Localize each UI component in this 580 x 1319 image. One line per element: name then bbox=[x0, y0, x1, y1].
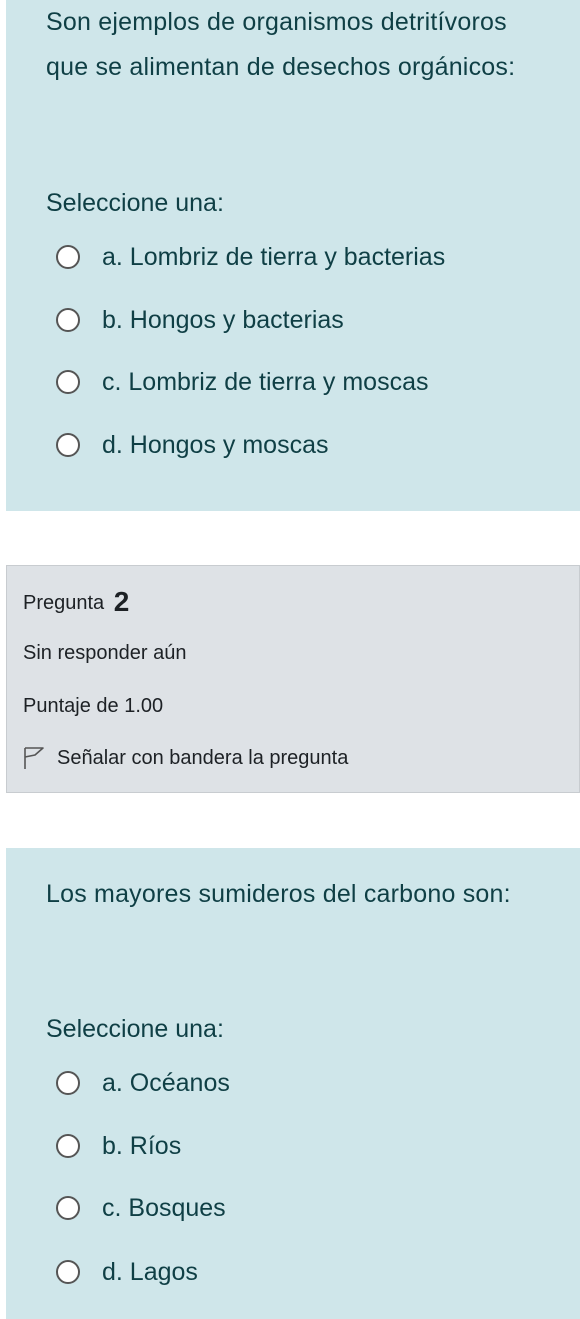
radio-button[interactable] bbox=[56, 245, 80, 269]
question-1-option-a[interactable]: a. Lombriz de tierra y bacterias bbox=[56, 237, 445, 277]
radio-button[interactable] bbox=[56, 433, 80, 457]
question-1-option-b[interactable]: b. Hongos y bacterias bbox=[56, 300, 344, 340]
question-2-option-b[interactable]: b. Ríos bbox=[56, 1126, 181, 1166]
question-score: Puntaje de 1.00 bbox=[23, 695, 164, 717]
question-label: Pregunta bbox=[23, 592, 105, 614]
question-2-text: Los mayores sumideros del carbono son: bbox=[46, 880, 511, 908]
option-label: d. Hongos y moscas bbox=[102, 430, 329, 459]
radio-button[interactable] bbox=[56, 1196, 80, 1220]
option-label: c. Lombriz de tierra y moscas bbox=[102, 367, 429, 396]
question-1-prompt: Seleccione una: bbox=[46, 189, 224, 217]
question-2-content: Los mayores sumideros del carbono son: S… bbox=[6, 848, 580, 1319]
question-2-option-d[interactable]: d. Lagos bbox=[56, 1252, 198, 1292]
flag-outline-icon bbox=[24, 747, 44, 769]
radio-button[interactable] bbox=[56, 1134, 80, 1158]
option-label: b. Hongos y bacterias bbox=[102, 305, 344, 334]
question-2-info: Pregunta 2 Sin responder aún Puntaje de … bbox=[6, 565, 580, 793]
question-1-option-c[interactable]: c. Lombriz de tierra y moscas bbox=[56, 362, 429, 402]
flag-label: Señalar con bandera la pregunta bbox=[57, 746, 349, 769]
option-label: d. Lagos bbox=[102, 1257, 198, 1286]
option-label: a. Océanos bbox=[102, 1068, 230, 1097]
radio-button[interactable] bbox=[56, 1071, 80, 1095]
radio-button[interactable] bbox=[56, 370, 80, 394]
question-status: Sin responder aún bbox=[23, 642, 187, 664]
option-label: a. Lombriz de tierra y bacterias bbox=[102, 242, 446, 271]
question-1-option-d[interactable]: d. Hongos y moscas bbox=[56, 425, 329, 465]
option-label: b. Ríos bbox=[102, 1131, 182, 1160]
question-2-prompt: Seleccione una: bbox=[46, 1015, 224, 1043]
flag-question-link[interactable]: Señalar con bandera la pregunta bbox=[23, 746, 348, 770]
question-number-value: 2 bbox=[113, 586, 130, 617]
question-1-text: Son ejemplos de organismos detritívoros … bbox=[46, 8, 516, 81]
question-2-option-c[interactable]: c. Bosques bbox=[56, 1188, 226, 1228]
quiz-page: Son ejemplos de organismos detritívoros … bbox=[0, 0, 580, 1319]
radio-button[interactable] bbox=[56, 1260, 80, 1284]
question-2-option-a[interactable]: a. Océanos bbox=[56, 1063, 230, 1103]
question-1-content: Son ejemplos de organismos detritívoros … bbox=[6, 0, 580, 511]
option-label: c. Bosques bbox=[102, 1193, 226, 1222]
radio-button[interactable] bbox=[56, 308, 80, 332]
question-number: Pregunta 2 bbox=[23, 586, 129, 618]
